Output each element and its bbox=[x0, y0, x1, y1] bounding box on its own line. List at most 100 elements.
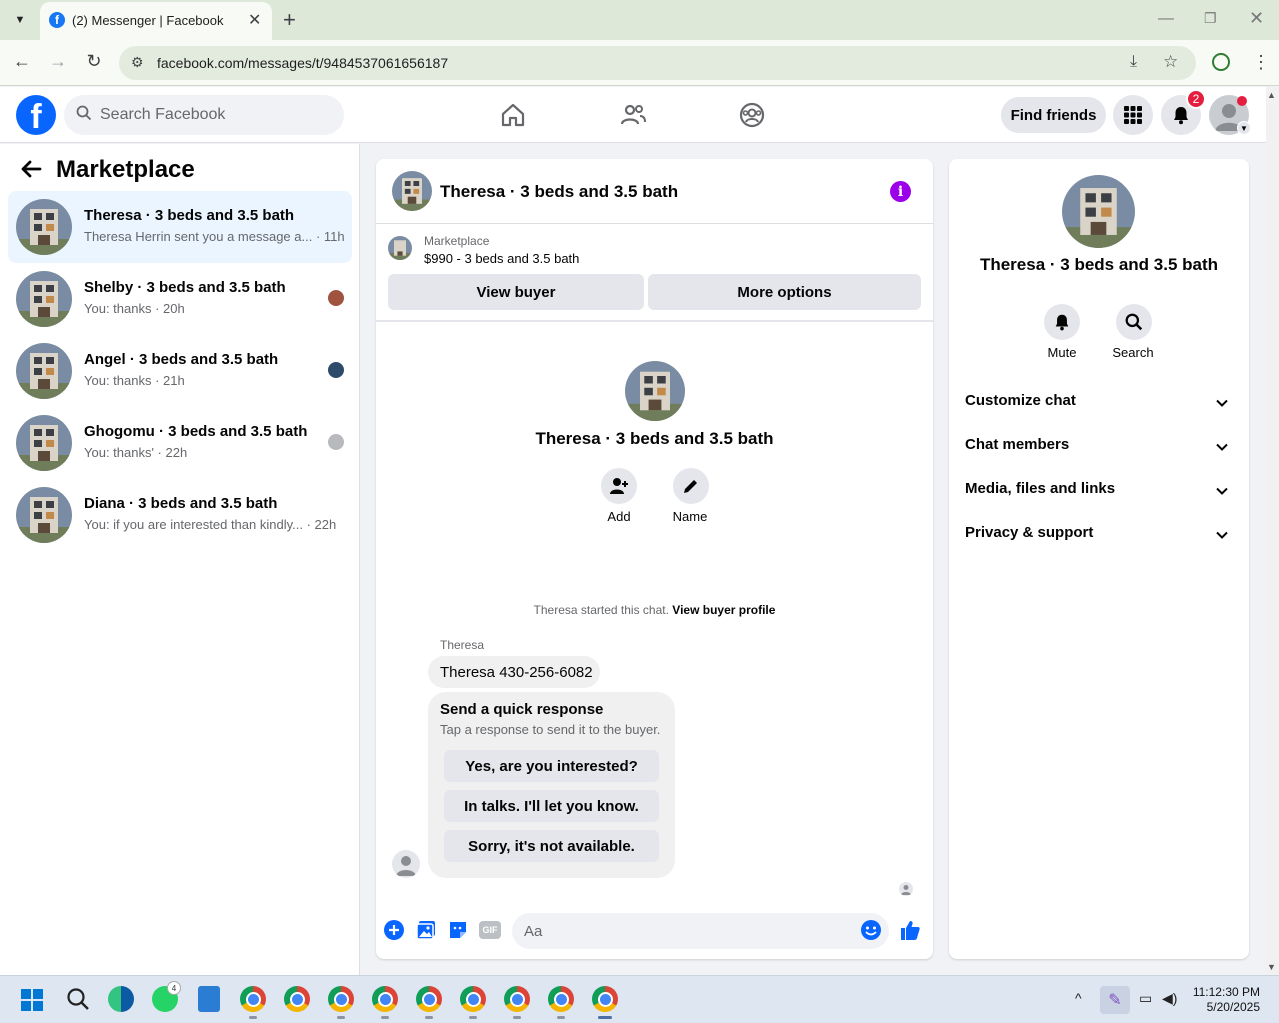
search-chat-icon[interactable] bbox=[1116, 304, 1152, 340]
listing-price[interactable]: $990 - 3 beds and 3.5 bath bbox=[424, 251, 579, 266]
chevron-down-icon bbox=[1216, 531, 1228, 539]
account-alert-dot bbox=[1237, 96, 1247, 106]
quick-response-button[interactable]: In talks. I'll let you know. bbox=[444, 790, 659, 822]
section-label: Chat members bbox=[965, 436, 1070, 453]
house-thumbnail bbox=[16, 199, 72, 255]
pen-tray-icon[interactable]: ✎ bbox=[1100, 986, 1130, 1014]
chrome-icon[interactable] bbox=[504, 986, 530, 1012]
chevron-down-icon[interactable]: ▼ bbox=[1237, 121, 1251, 135]
back-arrow-icon[interactable] bbox=[20, 158, 42, 187]
windows-taskbar bbox=[0, 975, 1279, 1023]
sticker-icon[interactable] bbox=[447, 919, 469, 941]
chat-header-avatar[interactable] bbox=[392, 171, 432, 211]
view-buyer-profile-link[interactable]: View buyer profile bbox=[672, 603, 775, 617]
reload-icon[interactable]: ↻ bbox=[82, 51, 106, 72]
chevron-down-icon bbox=[1216, 399, 1228, 407]
window-close-icon[interactable]: ✕ bbox=[1249, 8, 1264, 29]
emoji-icon[interactable] bbox=[860, 919, 882, 941]
photo-icon[interactable] bbox=[415, 919, 437, 941]
site-settings-icon[interactable]: ⚙ bbox=[131, 54, 144, 71]
find-friends-button[interactable]: Find friends bbox=[1001, 97, 1106, 133]
scroll-down-icon[interactable]: ▼ bbox=[1267, 962, 1276, 972]
restore-icon[interactable]: ❐ bbox=[1204, 10, 1217, 27]
add-person-icon[interactable] bbox=[601, 468, 637, 504]
mute-bell-icon[interactable] bbox=[1044, 304, 1080, 340]
chrome-icon[interactable] bbox=[328, 986, 354, 1012]
pencil-icon[interactable] bbox=[673, 468, 709, 504]
quick-response-title: Send a quick response bbox=[440, 701, 604, 718]
conversation-item[interactable]: Ghogomu · 3 beds and 3.5 bath You: thank… bbox=[8, 407, 352, 479]
volume-icon[interactable]: ◀) bbox=[1162, 990, 1177, 1007]
back-icon[interactable]: ← bbox=[10, 51, 34, 72]
browser-profile-icon[interactable] bbox=[1212, 53, 1230, 71]
seen-avatar bbox=[899, 882, 913, 896]
divider bbox=[376, 320, 933, 322]
details-avatar bbox=[1062, 175, 1135, 248]
scroll-up-icon[interactable]: ▲ bbox=[1267, 90, 1276, 100]
clock-date: 5/20/2025 bbox=[1206, 1000, 1260, 1014]
active-indicator bbox=[598, 1016, 612, 1019]
gif-icon[interactable]: GIF bbox=[479, 921, 501, 939]
tab-close-icon[interactable]: ✕ bbox=[248, 10, 261, 30]
bookmark-star-icon[interactable]: ☆ bbox=[1163, 52, 1178, 72]
add-label: Add bbox=[607, 509, 631, 524]
menu-grid-icon[interactable] bbox=[1113, 95, 1153, 135]
url-text[interactable]: facebook.com/messages/t/9484537061656187 bbox=[157, 55, 448, 71]
forward-icon[interactable]: → bbox=[46, 51, 70, 72]
chevron-down-icon bbox=[1216, 443, 1228, 451]
thumbs-up-icon[interactable] bbox=[899, 919, 921, 941]
more-options-button[interactable]: More options bbox=[648, 274, 921, 310]
taskbar-search-icon[interactable] bbox=[65, 986, 91, 1012]
edge-icon[interactable] bbox=[108, 986, 134, 1012]
quick-response-button[interactable]: Sorry, it's not available. bbox=[444, 830, 659, 862]
chrome-icon[interactable] bbox=[416, 986, 442, 1012]
read-receipt-avatar bbox=[328, 434, 344, 450]
conversation-item[interactable]: Angel · 3 beds and 3.5 bath You: thanks … bbox=[8, 335, 352, 407]
taskbar-clock[interactable]: 11:12:30 PM 5/20/2025 bbox=[1188, 985, 1260, 1015]
chrome-icon[interactable] bbox=[592, 986, 618, 1012]
conversation-name: Theresa · 3 beds and 3.5 bath bbox=[84, 207, 295, 224]
tray-overflow-icon[interactable]: ^ bbox=[1075, 990, 1082, 1006]
groups-icon[interactable] bbox=[738, 101, 766, 129]
tab-search-dropdown[interactable]: ▼ bbox=[8, 8, 32, 32]
chevron-down-icon bbox=[1216, 487, 1228, 495]
friends-icon[interactable] bbox=[619, 101, 647, 129]
new-tab-icon[interactable]: + bbox=[283, 7, 296, 33]
notepad-icon[interactable] bbox=[198, 986, 220, 1012]
chrome-icon[interactable] bbox=[372, 986, 398, 1012]
quick-response-button[interactable]: Yes, are you interested? bbox=[444, 750, 659, 782]
section-label: Privacy & support bbox=[965, 524, 1094, 541]
browser-menu-icon[interactable]: ⋮ bbox=[1252, 52, 1270, 73]
home-icon[interactable] bbox=[499, 101, 527, 129]
section-media-files-links[interactable]: Media, files and links bbox=[965, 480, 1235, 504]
search-input[interactable] bbox=[100, 104, 330, 126]
started-text: Theresa started this chat. bbox=[533, 603, 669, 617]
house-thumbnail bbox=[16, 415, 72, 471]
facebook-logo-icon[interactable]: f bbox=[16, 95, 56, 135]
section-chat-members[interactable]: Chat members bbox=[965, 436, 1235, 460]
install-app-icon[interactable]: ⤓ bbox=[1130, 53, 1137, 71]
section-privacy-support[interactable]: Privacy & support bbox=[965, 524, 1235, 548]
windows-start-icon[interactable] bbox=[20, 988, 44, 1012]
message-bubble[interactable]: Theresa 430-256-6082 bbox=[428, 656, 600, 688]
message-input[interactable] bbox=[524, 921, 844, 941]
chrome-icon[interactable] bbox=[284, 986, 310, 1012]
page-scrollbar[interactable] bbox=[1266, 87, 1279, 975]
sender-avatar bbox=[392, 850, 420, 878]
network-icon[interactable]: ▭ bbox=[1139, 990, 1152, 1007]
chrome-icon[interactable] bbox=[460, 986, 486, 1012]
view-buyer-button[interactable]: View buyer bbox=[388, 274, 644, 310]
minimize-icon[interactable]: — bbox=[1158, 10, 1174, 28]
conversation-item[interactable]: Shelby · 3 beds and 3.5 bath You: thanks… bbox=[8, 263, 352, 335]
section-customize-chat[interactable]: Customize chat bbox=[965, 392, 1235, 416]
chrome-icon[interactable] bbox=[240, 986, 266, 1012]
chrome-icon[interactable] bbox=[548, 986, 574, 1012]
conversation-item[interactable]: Diana · 3 beds and 3.5 bath You: if you … bbox=[8, 479, 352, 551]
conversation-preview: You: if you are interested than kindly..… bbox=[84, 517, 337, 532]
conversation-item[interactable]: Theresa · 3 beds and 3.5 bath Theresa He… bbox=[8, 191, 352, 263]
conversation-preview: You: thanks · 20h bbox=[84, 301, 185, 316]
plus-circle-icon[interactable] bbox=[383, 919, 405, 941]
chat-title[interactable]: Theresa · 3 beds and 3.5 bath bbox=[440, 182, 678, 202]
running-indicator bbox=[381, 1016, 389, 1019]
info-icon[interactable]: i bbox=[890, 181, 911, 202]
